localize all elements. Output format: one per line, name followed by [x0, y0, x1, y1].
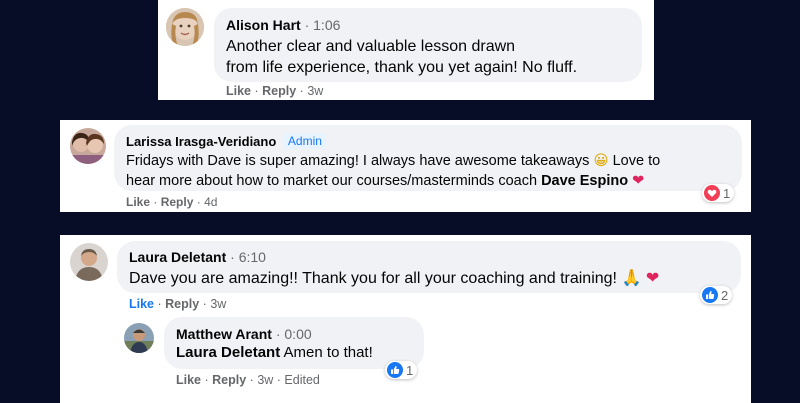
- reply-link[interactable]: Reply: [212, 373, 246, 387]
- reaction-summary[interactable]: 2: [700, 286, 733, 304]
- reply-text: Amen to that!: [283, 344, 373, 361]
- separator-dot: ·: [304, 17, 314, 33]
- reply-bubble: Matthew Arant · 0:00 Laura Deletant Amen…: [164, 317, 424, 369]
- comment-age[interactable]: 3w: [307, 84, 323, 98]
- comment-age[interactable]: 3w: [257, 373, 273, 387]
- reply-actions: Like · Reply · 3w · Edited: [176, 373, 320, 387]
- comment-text: hear more about how to market our course…: [126, 173, 538, 189]
- comment-actions: Like · Reply · 4d: [126, 195, 218, 209]
- mention-link[interactable]: Laura Deletant: [176, 344, 280, 361]
- video-timestamp[interactable]: 6:10: [239, 249, 266, 265]
- red-heart-emoji: ❤: [632, 173, 645, 189]
- comment-text: Fridays with Dave is super amazing! I al…: [126, 153, 590, 169]
- comment-age[interactable]: 3w: [210, 297, 226, 311]
- like-link[interactable]: Like: [176, 373, 201, 387]
- like-link[interactable]: Like: [226, 84, 251, 98]
- like-reaction-icon: [702, 287, 718, 303]
- comment-text-line: Dave you are amazing!! Thank you for all…: [129, 268, 659, 288]
- reaction-count: 2: [721, 287, 729, 303]
- reaction-summary[interactable]: 1: [702, 184, 735, 202]
- reply-link[interactable]: Reply: [161, 195, 194, 209]
- comment-actions: Like · Reply · 3w: [226, 84, 324, 98]
- like-link[interactable]: Like: [129, 297, 154, 311]
- user-photo-icon: [124, 323, 154, 353]
- separator-dot: ·: [230, 249, 239, 265]
- user-photo-icon: [70, 128, 106, 164]
- user-photo-icon: [166, 8, 204, 46]
- comment-text: Dave you are amazing!! Thank you for all…: [129, 270, 617, 287]
- avatar[interactable]: [166, 8, 204, 46]
- reaction-summary[interactable]: 1: [385, 361, 418, 379]
- comment-text-line: from life experience, thank you yet agai…: [226, 59, 578, 76]
- mention-link[interactable]: Dave Espino: [541, 173, 628, 189]
- user-photo-icon: [70, 243, 108, 281]
- reply-link[interactable]: Reply: [165, 297, 199, 311]
- comment-card-laura: Laura Deletant · 6:10 Dave you are amazi…: [60, 235, 751, 403]
- comment-text-line: Another clear and valuable lesson drawn: [226, 38, 516, 55]
- reply-author[interactable]: Matthew Arant: [176, 326, 272, 342]
- comment-author[interactable]: Alison Hart: [226, 17, 301, 33]
- comment-text-line: hear more about how to market our course…: [126, 171, 660, 191]
- video-timestamp[interactable]: 0:00: [284, 326, 311, 342]
- edited-label[interactable]: Edited: [284, 373, 319, 387]
- comment-author[interactable]: Larissa Irasga-Veridiano: [126, 134, 276, 149]
- comment-age[interactable]: 4d: [204, 195, 217, 209]
- comment-bubble: Alison Hart · 1:06 Another clear and val…: [214, 8, 642, 82]
- avatar[interactable]: [70, 243, 108, 281]
- reply-link[interactable]: Reply: [262, 84, 296, 98]
- grinning-face-emoji: 😀: [593, 153, 609, 169]
- video-timestamp[interactable]: 1:06: [313, 17, 340, 33]
- comment-bubble: Laura Deletant · 6:10 Dave you are amazi…: [117, 241, 741, 293]
- comment-actions: Like · Reply · 3w: [129, 297, 227, 311]
- admin-badge: Admin: [283, 133, 326, 149]
- red-heart-emoji: ❤: [645, 270, 660, 287]
- reaction-count: 1: [406, 362, 414, 378]
- comment-card-larissa: Larissa Irasga-Veridiano Admin Fridays w…: [60, 120, 751, 212]
- like-reaction-icon: [387, 362, 403, 378]
- comment-bubble: Larissa Irasga-Veridiano Admin Fridays w…: [114, 125, 742, 191]
- like-link[interactable]: Like: [126, 195, 150, 209]
- comment-author[interactable]: Laura Deletant: [129, 249, 226, 265]
- reaction-count: 1: [723, 185, 731, 201]
- folded-hands-emoji: 🙏: [621, 270, 642, 287]
- comment-text-line: Fridays with Dave is super amazing! I al…: [126, 151, 660, 171]
- comment-card-alison: Alison Hart · 1:06 Another clear and val…: [158, 0, 654, 100]
- comment-text: Love to: [612, 153, 661, 169]
- love-reaction-icon: [704, 185, 720, 201]
- avatar[interactable]: [70, 128, 106, 164]
- avatar[interactable]: [124, 323, 154, 353]
- reply-text-line: Laura Deletant Amen to that!: [176, 344, 373, 361]
